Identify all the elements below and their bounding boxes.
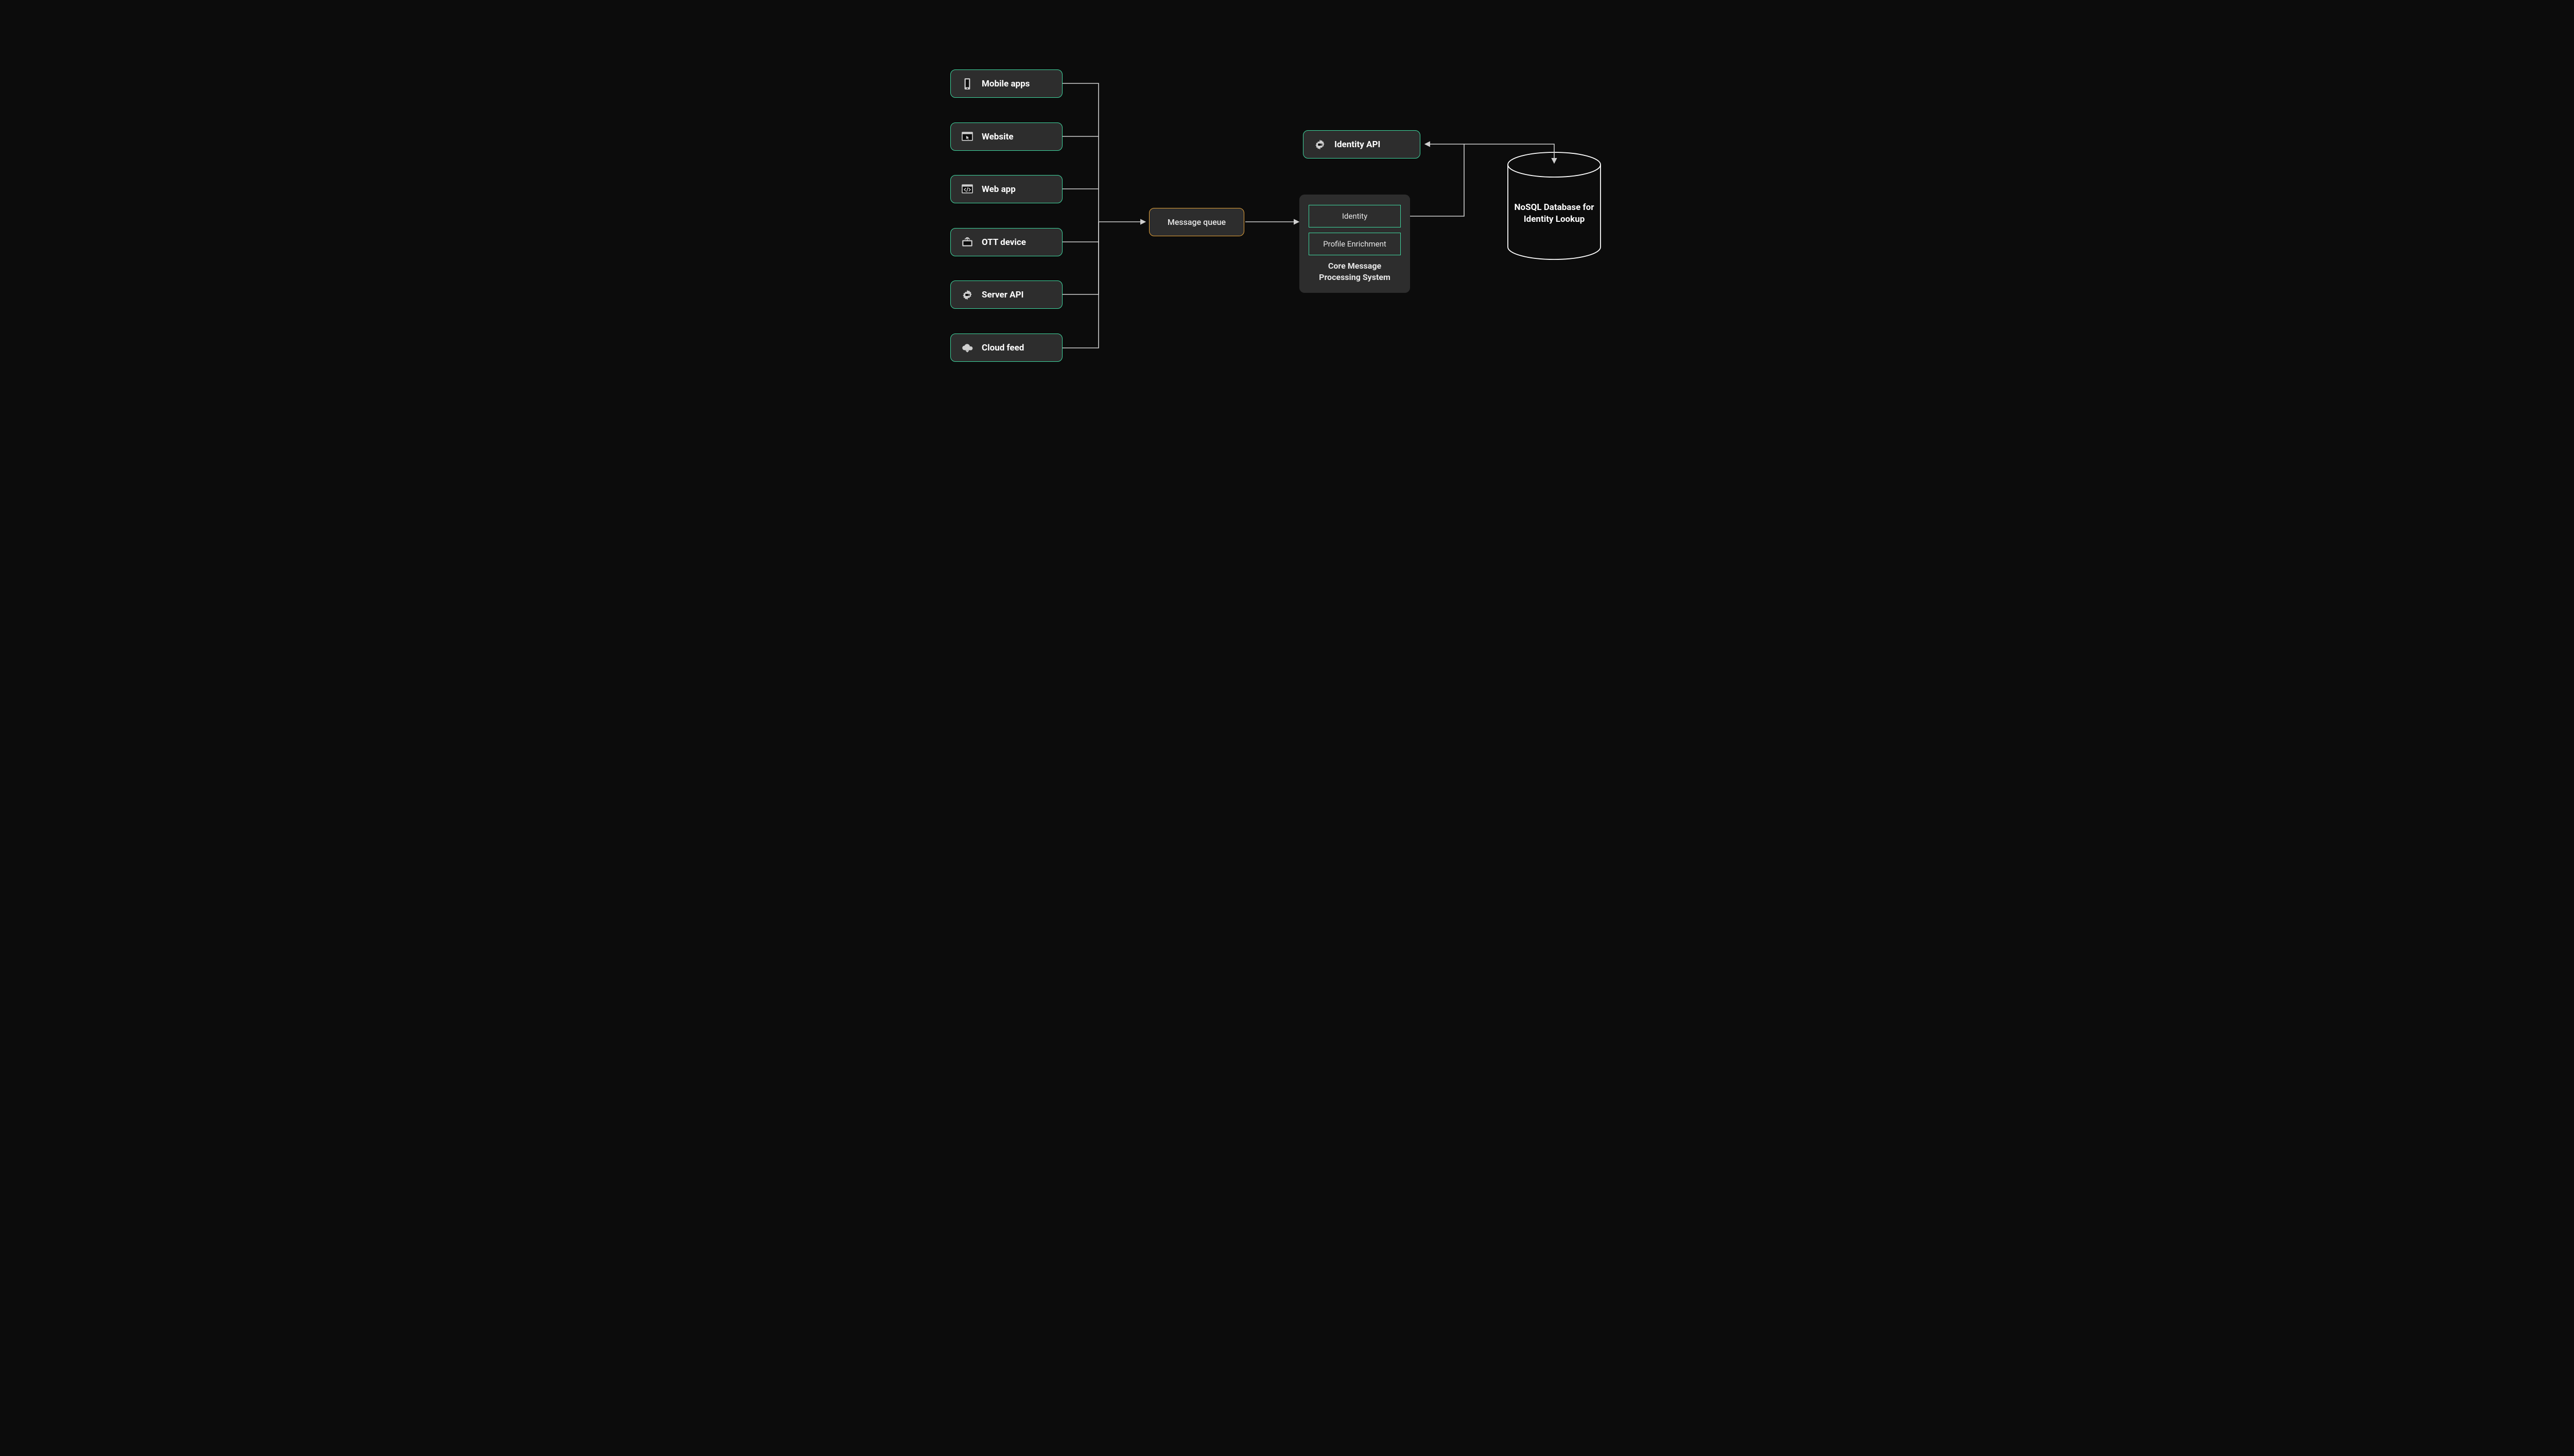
gear-plug-icon: [960, 288, 975, 302]
browser-pointer-icon: [960, 130, 975, 144]
source-web-app: Web app: [950, 175, 1063, 203]
source-mobile-apps: Mobile apps: [950, 69, 1063, 98]
core-caption: Core Message Processing System: [1309, 260, 1401, 283]
core-cell-identity: Identity: [1309, 205, 1401, 227]
source-cloud-feed: Cloud feed: [950, 334, 1063, 362]
cloud-down-icon: [960, 341, 975, 355]
mobile-icon: [960, 77, 975, 91]
source-label: OTT device: [982, 237, 1026, 248]
source-label: Web app: [982, 184, 1016, 195]
core-cell-label: Profile Enrichment: [1323, 239, 1386, 249]
source-label: Cloud feed: [982, 343, 1024, 353]
source-label: Mobile apps: [982, 79, 1030, 89]
ott-icon: [960, 235, 975, 250]
source-label: Server API: [982, 290, 1024, 300]
browser-code-icon: [960, 182, 975, 197]
identity-api-label: Identity API: [1334, 139, 1380, 150]
source-website: Website: [950, 122, 1063, 151]
source-ott-device: OTT device: [950, 228, 1063, 256]
message-queue: Message queue: [1149, 208, 1244, 236]
source-label: Website: [982, 132, 1014, 142]
core-processing-panel: Identity Profile Enrichment Core Message…: [1299, 195, 1410, 293]
gear-plug-icon: [1313, 137, 1327, 152]
nosql-database-label: NoSQL Database for Identity Lookup: [1513, 202, 1595, 225]
core-cell-label: Identity: [1342, 212, 1367, 221]
identity-api: Identity API: [1303, 130, 1420, 159]
source-server-api: Server API: [950, 280, 1063, 309]
core-cell-profile-enrichment: Profile Enrichment: [1309, 233, 1401, 255]
queue-label: Message queue: [1168, 217, 1226, 227]
